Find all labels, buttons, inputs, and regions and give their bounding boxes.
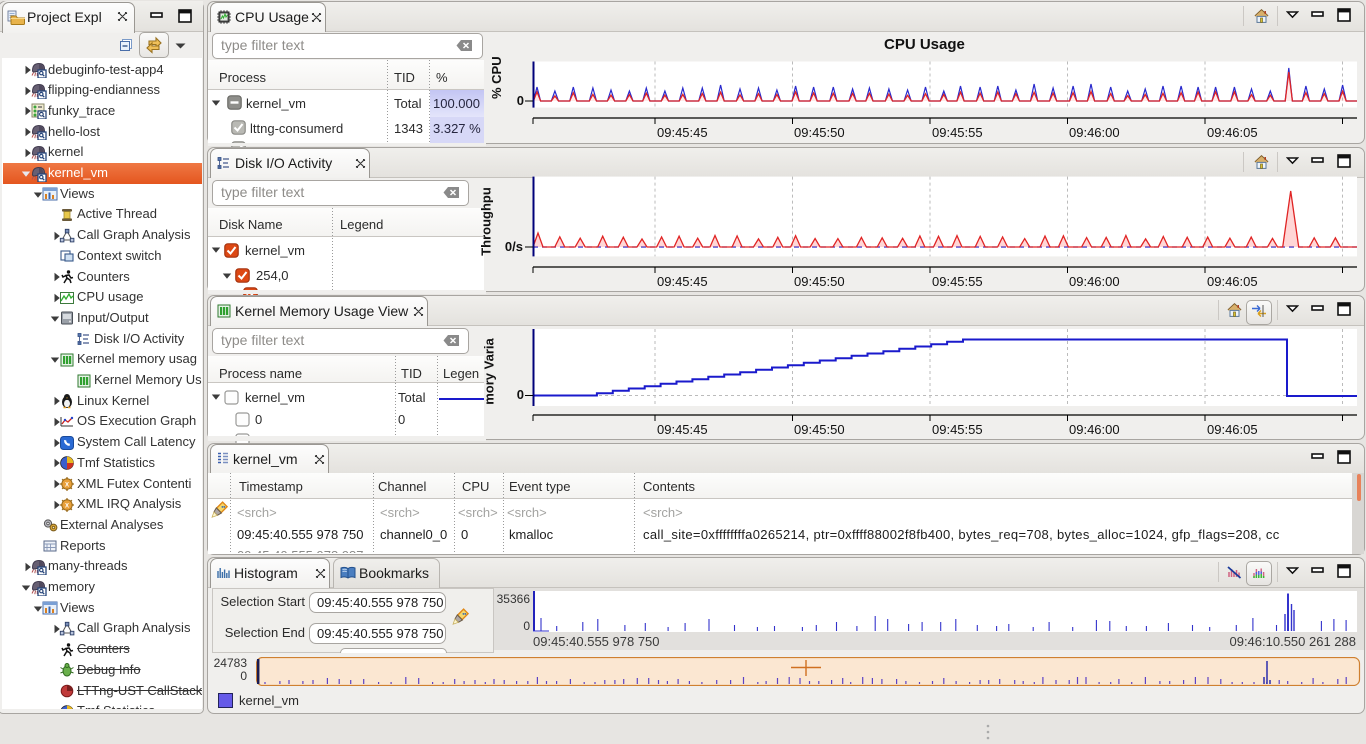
- svg-text:X: X: [65, 503, 69, 509]
- svg-text:X: X: [65, 482, 69, 488]
